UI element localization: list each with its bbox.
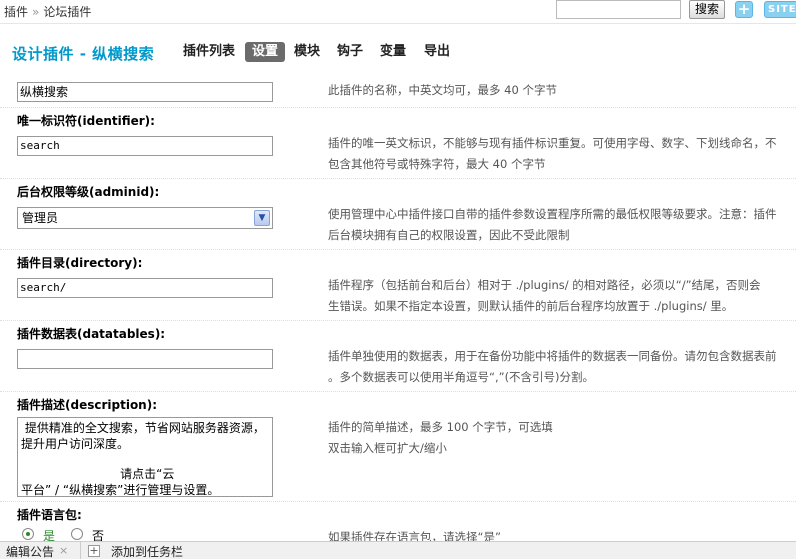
langpack-yes-radio[interactable] xyxy=(22,528,34,540)
directory-label: 插件目录(directory): xyxy=(17,256,143,270)
tab-export[interactable]: 导出 xyxy=(417,42,457,62)
identifier-desc-line2: 包含其他符号或特殊字符，最大 40 个字节 xyxy=(328,157,546,171)
description-desc-line2: 双击输入框可扩大/缩小 xyxy=(328,441,447,455)
search-button[interactable]: 搜索 xyxy=(689,0,725,19)
identifier-input[interactable]: search xyxy=(17,136,273,156)
description-line2: 提升用户访问深度。 xyxy=(21,437,130,451)
directory-desc-line2: 生错误。如果不指定本设置，则默认插件的前后台程序均放置于 ./plugins/ … xyxy=(328,299,734,313)
adminid-label: 后台权限等级(adminid): xyxy=(17,185,160,199)
add-to-taskbar-link[interactable]: 添加到任务栏 xyxy=(111,543,183,559)
field-row-description: 插件描述(description): 提供精准的全文搜索，节省网站服务器资源， … xyxy=(0,392,796,502)
directory-desc-line1: 插件程序（包括前台和后台）相对于 ./plugins/ 的相对路径，必须以“/”… xyxy=(328,278,761,292)
field-row-directory: 插件目录(directory): search/ 插件程序（包括前台和后台）相对… xyxy=(0,250,796,321)
breadcrumb-root[interactable]: 插件 xyxy=(4,5,28,19)
add-shortcut-button[interactable]: + xyxy=(735,1,753,18)
close-icon[interactable]: × xyxy=(59,544,68,557)
adminid-desc-line2: 后台模块拥有自己的权限设置，因此不受此限制 xyxy=(328,228,570,242)
identifier-desc-line1: 插件的唯一英文标识，不能够与现有插件标识重复。可使用字母、数字、下划线命名，不 xyxy=(328,136,777,150)
description-textarea[interactable]: 提供精准的全文搜索，节省网站服务器资源， 提升用户访问深度。 请点击“云 平台”… xyxy=(17,417,273,497)
plus-icon[interactable]: + xyxy=(88,545,100,557)
top-bar: 插件 » 论坛插件 搜索 + SITE xyxy=(0,0,796,24)
adminid-select[interactable]: 管理员 ▼ xyxy=(17,207,273,229)
page-title: 设计插件 - 纵横搜索 xyxy=(12,45,155,63)
adminid-desc-line1: 使用管理中心中插件接口自带的插件参数设置程序所需的最低权限等级要求。注意：插件 xyxy=(328,207,777,221)
breadcrumb-current: 论坛插件 xyxy=(43,5,92,19)
datatables-label: 插件数据表(datatables): xyxy=(17,327,166,341)
plugin-name-input[interactable]: 纵横搜索 xyxy=(17,82,273,102)
tab-hooks[interactable]: 钩子 xyxy=(330,42,370,62)
identifier-label: 唯一标识符(identifier): xyxy=(17,114,155,128)
site-button[interactable]: SITE xyxy=(764,1,796,18)
description-line4: 平台” / “纵横搜索”进行管理与设置。 xyxy=(21,483,220,497)
taskbar-divider xyxy=(80,542,81,559)
langpack-label: 插件语言包: xyxy=(17,508,82,522)
datatables-desc-line1: 插件单独使用的数据表，用于在备份功能中将插件的数据表一同备份。请勿包含数据表前 xyxy=(328,349,777,363)
chevron-down-icon[interactable]: ▼ xyxy=(254,210,270,226)
field-row-identifier: 唯一标识符(identifier): search 插件的唯一英文标识，不能够与… xyxy=(0,108,796,179)
datatables-desc-line2: 。多个数据表可以使用半角逗号“,”(不含引号)分割。 xyxy=(328,370,595,384)
search-input[interactable] xyxy=(556,0,681,19)
field-row-adminid: 后台权限等级(adminid): 管理员 ▼ 使用管理中心中插件接口自带的插件参… xyxy=(0,179,796,250)
breadcrumb: 插件 » 论坛插件 xyxy=(4,3,91,20)
plugin-name-desc: 此插件的名称，中英文均可，最多 40 个字节 xyxy=(328,83,557,97)
langpack-no-radio[interactable] xyxy=(71,528,83,540)
bottom-taskbar: 编辑公告 × + 添加到任务栏 xyxy=(0,541,796,559)
description-desc-line1: 插件的简单描述，最多 100 个字节，可选填 xyxy=(328,420,553,434)
tab-variables[interactable]: 变量 xyxy=(373,42,413,62)
adminid-selected-value: 管理员 xyxy=(22,211,59,225)
field-row-datatables: 插件数据表(datatables): 插件单独使用的数据表，用于在备份功能中将插… xyxy=(0,321,796,392)
breadcrumb-separator: » xyxy=(32,5,40,19)
description-line1: 提供精准的全文搜索，节省网站服务器资源， xyxy=(21,421,265,435)
tab-plugin-list[interactable]: 插件列表 xyxy=(176,42,242,62)
description-line3: 请点击“云 xyxy=(21,467,175,481)
tab-modules[interactable]: 模块 xyxy=(287,42,327,62)
description-label: 插件描述(description): xyxy=(17,398,158,412)
edit-announcement-link[interactable]: 编辑公告 xyxy=(6,543,54,559)
tab-settings[interactable]: 设置 xyxy=(245,42,286,62)
datatables-input[interactable] xyxy=(17,349,273,369)
directory-input[interactable]: search/ xyxy=(17,278,273,298)
field-row-name: 纵横搜索 此插件的名称，中英文均可，最多 40 个字节 xyxy=(0,76,796,108)
